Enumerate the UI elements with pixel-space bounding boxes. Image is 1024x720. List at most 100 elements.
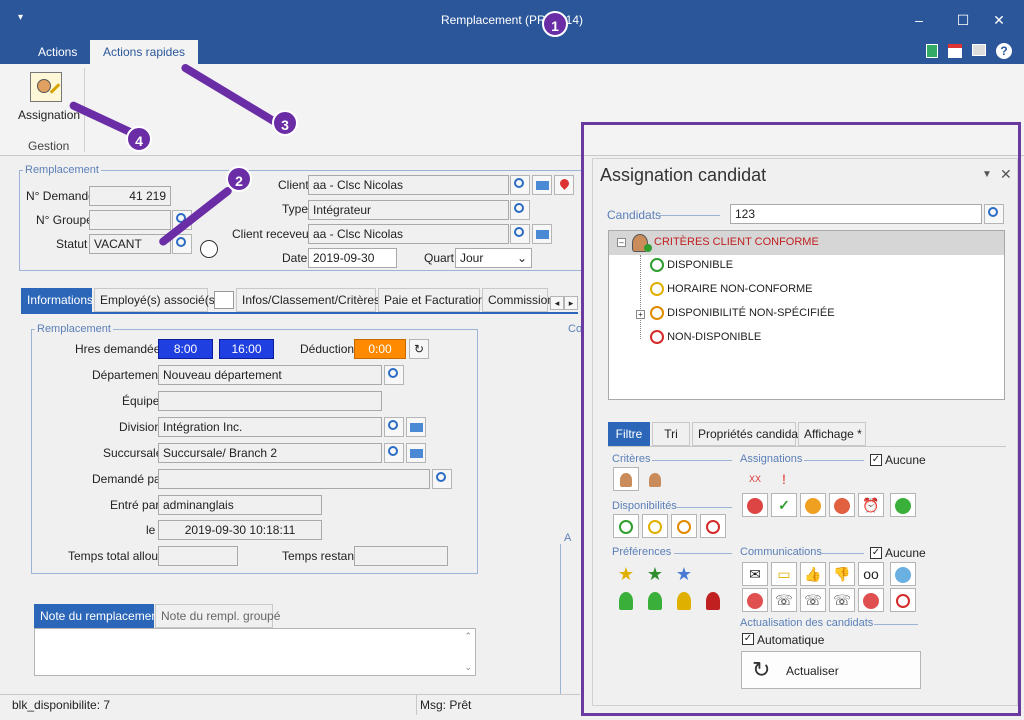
scroll-left-icon[interactable]: ◂ — [550, 296, 564, 310]
aucune-communications-checkbox[interactable]: ✓ — [870, 547, 882, 559]
thumbs-down-icon[interactable]: 👎 — [829, 562, 855, 586]
assign-person-orange-icon[interactable] — [800, 493, 826, 517]
calendar-xx-icon[interactable]: XX — [742, 467, 768, 491]
tab-paie-facturation[interactable]: Paie et Facturation — [378, 288, 485, 312]
client-receveur-field[interactable]: aa - Clsc Nicolas — [308, 224, 509, 244]
tree-item[interactable]: DISPONIBILITÉ NON-SPÉCIFIÉE — [650, 306, 835, 324]
folder-icon[interactable] — [532, 175, 552, 195]
tree-item[interactable]: DISPONIBLE — [650, 258, 733, 276]
search-icon[interactable] — [510, 200, 530, 220]
tab-tri[interactable]: Tri — [652, 422, 690, 446]
tab-actions[interactable]: Actions — [28, 40, 87, 64]
clock-yellow-icon[interactable] — [642, 514, 668, 538]
voicemail-icon[interactable]: ᴏᴏ — [858, 562, 884, 586]
tab-note-remplacement[interactable]: Note du remplacement — [34, 604, 161, 628]
tab-proprietes-candidat[interactable]: Propriétés candidat — [692, 422, 801, 446]
person-red-icon[interactable] — [700, 588, 726, 612]
calendar-alert-icon[interactable]: ! — [771, 467, 797, 491]
search-icon[interactable] — [984, 204, 1004, 224]
print-icon[interactable] — [972, 44, 986, 56]
phone-red-icon[interactable] — [858, 588, 884, 612]
clock-green-icon[interactable] — [613, 514, 639, 538]
criteria-nonconforme-icon[interactable] — [642, 467, 668, 491]
refresh-icon[interactable]: ↻ — [409, 339, 429, 359]
deduction-field[interactable]: 0:00 — [354, 339, 406, 359]
map-pin-icon[interactable] — [554, 175, 574, 195]
tab-actions-rapides[interactable]: Actions rapides — [90, 40, 198, 64]
folder-icon[interactable] — [406, 417, 426, 437]
search-icon[interactable] — [510, 224, 530, 244]
search-icon[interactable] — [384, 417, 404, 437]
type-field[interactable]: Intégrateur — [308, 200, 509, 220]
tab-infos-classement-criteres[interactable]: Infos/Classement/Critères — [236, 288, 380, 312]
quart-select[interactable]: Jour ⌄ — [455, 248, 532, 268]
demande-par-field[interactable] — [158, 469, 430, 489]
tab-employes-associes[interactable]: Employé(s) associé(s) — [94, 288, 219, 312]
folder-icon[interactable] — [406, 443, 426, 463]
phone-green-icon[interactable]: ☏ — [771, 588, 797, 612]
message-icon[interactable]: ▭ — [771, 562, 797, 586]
expand-icon[interactable]: + — [636, 310, 645, 319]
le-field[interactable]: 2019-09-30 10:18:11 — [158, 520, 322, 540]
search-icon[interactable] — [384, 443, 404, 463]
star-yellow-icon[interactable]: ★ — [613, 562, 639, 586]
tab-filtre[interactable]: Filtre — [608, 422, 650, 446]
tab-note-rempl-groupe[interactable]: Note du rempl. groupé — [155, 604, 280, 628]
actualiser-button[interactable]: ↻ Actualiser — [741, 651, 921, 689]
minimize-button[interactable]: – — [904, 8, 934, 32]
candidats-search-input[interactable]: 123 — [730, 204, 982, 224]
person-green-icon[interactable] — [642, 588, 668, 612]
no-groupe-field[interactable] — [89, 210, 171, 230]
hres-start-field[interactable]: 8:00 — [158, 339, 213, 359]
star-green-icon[interactable]: ★ — [642, 562, 668, 586]
green-dot-icon[interactable] — [890, 493, 916, 517]
division-field[interactable]: Intégration Inc. — [158, 417, 382, 437]
search-icon[interactable] — [432, 469, 452, 489]
hres-end-field[interactable]: 16:00 — [219, 339, 274, 359]
star-blue-icon[interactable]: ★ — [671, 562, 697, 586]
collapse-icon[interactable]: – — [617, 238, 626, 247]
maximize-button[interactable]: ☐ — [948, 8, 978, 32]
thumbs-up-icon[interactable]: 👍 — [800, 562, 826, 586]
aucune-assignations-checkbox[interactable]: ✓ — [870, 454, 882, 466]
panel-menu-icon[interactable]: ▼ — [982, 169, 992, 180]
automatique-checkbox[interactable]: ✓ — [742, 633, 754, 645]
alarm-clock-icon[interactable]: ⏰ — [858, 493, 884, 517]
clock-red-icon[interactable] — [700, 514, 726, 538]
note-textarea[interactable]: ⌃ ⌄ — [34, 628, 476, 676]
close-window-button[interactable]: ✕ — [984, 8, 1014, 32]
tab-informations[interactable]: Informations — [21, 288, 93, 312]
assignation-icon[interactable] — [30, 72, 62, 102]
departement-field[interactable]: Nouveau département — [158, 365, 382, 385]
panel-close-icon[interactable]: ✕ — [1000, 166, 1012, 183]
search-icon[interactable] — [384, 365, 404, 385]
date-field[interactable]: 2019-09-30 — [308, 248, 397, 268]
clock-red-icon[interactable] — [890, 588, 916, 612]
client-field[interactable]: aa - Clsc Nicolas — [308, 175, 509, 195]
criteria-conforme-icon[interactable] — [613, 467, 639, 491]
person-heart-icon[interactable] — [613, 588, 639, 612]
assign-person-icon[interactable] — [829, 493, 855, 517]
tree-item[interactable]: NON-DISPONIBLE — [650, 330, 761, 348]
phone-busy-icon[interactable]: ☏ — [800, 588, 826, 612]
calculator-icon[interactable] — [926, 44, 938, 58]
tab-affichage[interactable]: Affichage * — [798, 422, 866, 446]
succursale-field[interactable]: Succursale/ Branch 2 — [158, 443, 382, 463]
tree-item[interactable]: HORAIRE NON-CONFORME — [650, 282, 813, 300]
help-icon[interactable]: ? — [996, 43, 1012, 59]
assign-check-icon[interactable]: ✓ — [771, 493, 797, 517]
temps-restant-field[interactable] — [354, 546, 448, 566]
tab-commission[interactable]: Commission — [482, 288, 554, 312]
statut-field[interactable]: VACANT — [89, 234, 171, 254]
search-icon[interactable] — [510, 175, 530, 195]
assign-person-red-icon[interactable] — [742, 493, 768, 517]
phone-blue-icon[interactable] — [890, 562, 916, 586]
email-icon[interactable]: ✉ — [742, 562, 768, 586]
equipe-field[interactable] — [158, 391, 382, 411]
entre-par-field[interactable]: adminanglais — [158, 495, 322, 515]
phone-missed-icon[interactable]: ☏ — [829, 588, 855, 612]
folder-icon[interactable] — [532, 224, 552, 244]
temps-total-field[interactable] — [158, 546, 238, 566]
no-demande-field[interactable]: 41 219 — [89, 186, 171, 206]
scroll-right-icon[interactable]: ▸ — [564, 296, 578, 310]
